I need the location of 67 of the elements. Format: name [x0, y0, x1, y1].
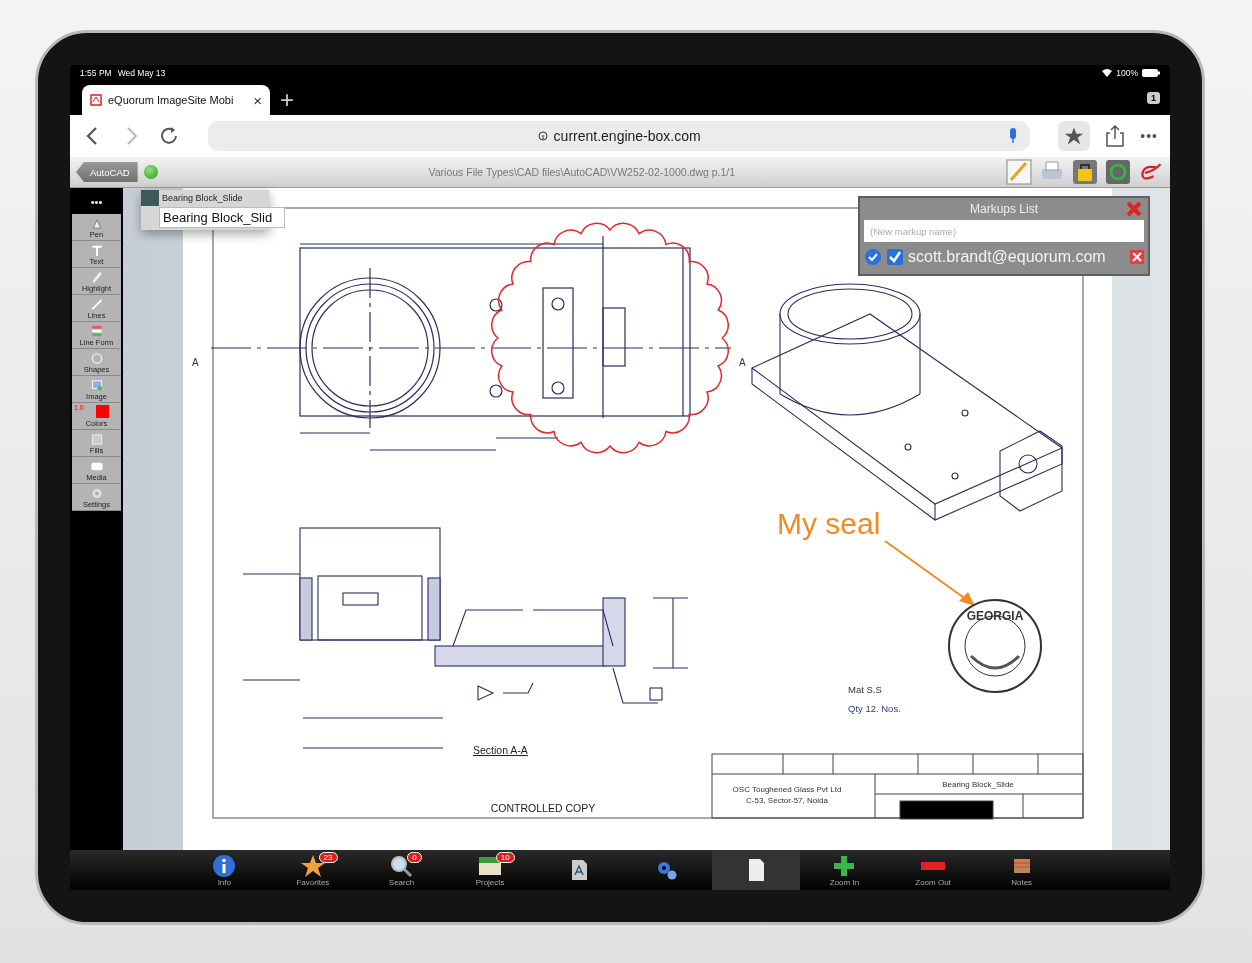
- address-field[interactable]: current.engine-box.com: [208, 121, 1031, 151]
- lines-icon: [89, 298, 104, 311]
- star-icon: [1064, 126, 1085, 146]
- toolbar-button[interactable]: Info: [180, 850, 269, 890]
- revision-cloud[interactable]: [491, 222, 729, 454]
- new-tab-button[interactable]: +: [280, 85, 294, 115]
- section-mark: A: [739, 357, 746, 368]
- toolbar-button[interactable]: Zoom In: [800, 850, 889, 890]
- image-icon: [89, 379, 104, 392]
- search-icon: [388, 853, 415, 878]
- more-button[interactable]: •••: [1140, 128, 1158, 144]
- browser-tab[interactable]: eQuorum ImageSite Mobi ×: [82, 85, 270, 115]
- new-markup-field[interactable]: (New markup name): [864, 220, 1144, 242]
- count-badge: 10: [495, 852, 515, 863]
- company-name: OSC Toughened Glass Pvt Ltd: [732, 785, 842, 794]
- material-note: Mat S.S: [848, 684, 882, 695]
- company-address: C-53, Sector-57, Noida: [746, 796, 828, 805]
- visibility-toggle[interactable]: [864, 248, 882, 266]
- share-icon[interactable]: [1106, 125, 1125, 147]
- lock-icon[interactable]: [1072, 159, 1098, 185]
- markup-color-icon: [141, 190, 159, 206]
- checkbox[interactable]: [886, 248, 904, 266]
- delete-icon[interactable]: [1130, 250, 1144, 264]
- arrow[interactable]: [884, 540, 975, 606]
- highlight-icon: [89, 271, 104, 284]
- info-icon: [211, 853, 238, 878]
- status-dot-icon: [143, 165, 158, 179]
- media-icon: [89, 460, 104, 473]
- toolbar-button[interactable]: [711, 850, 801, 890]
- status-time: 1:55 PM: [80, 68, 112, 78]
- toolbar-button[interactable]: Search 0: [357, 850, 446, 890]
- text-icon: [89, 244, 104, 257]
- microphone-icon[interactable]: [1008, 128, 1019, 144]
- engineer-seal[interactable]: GEORGIA: [948, 599, 1042, 693]
- battery-level: 100%: [1116, 68, 1138, 78]
- info-icon: [537, 131, 548, 141]
- stamp-text: CONTROLLED COPY: [490, 802, 596, 814]
- battery-icon: [1142, 69, 1160, 77]
- close-tab-button[interactable]: ×: [253, 91, 262, 109]
- shapes-icon: [89, 352, 104, 365]
- back-button[interactable]: AutoCAD: [76, 162, 138, 182]
- section-mark: A: [192, 357, 199, 368]
- star-icon: [299, 853, 326, 878]
- toolbar-button[interactable]: Projects 10: [445, 850, 535, 890]
- lineform-icon: [89, 325, 104, 338]
- bookmark-button[interactable]: [1058, 121, 1091, 151]
- count-badge: 23: [318, 852, 338, 863]
- tab-count-button[interactable]: 1: [1147, 92, 1160, 104]
- popup-label: Bearing Block_Slide: [161, 192, 244, 205]
- part-name: Bearing Block_Slide: [942, 780, 1014, 789]
- status-date: Wed May 13: [117, 68, 166, 78]
- fills-icon: [89, 433, 104, 446]
- zoom-out-icon: [921, 861, 946, 870]
- reload-icon[interactable]: [158, 125, 180, 147]
- file-path: Various File Types\CAD files\AutoCAD\VW252-02-1000.dwg p.1/1: [427, 166, 737, 178]
- panel-title: Markups List: [970, 202, 1038, 216]
- tools-menu-button[interactable]: •••: [72, 192, 121, 214]
- toolbar-button[interactable]: Notes: [977, 850, 1066, 890]
- count-badge: 0: [407, 852, 422, 863]
- wifi-icon: [1102, 69, 1113, 77]
- quantity-note: Qty 12. Nos.: [848, 703, 901, 714]
- toolbar-button[interactable]: Favorites 23: [268, 850, 358, 890]
- markup-name-field[interactable]: Bearing Block_Slid: [159, 207, 285, 228]
- site-icon: [90, 94, 102, 106]
- toolbar-button[interactable]: Zoom Out: [888, 850, 978, 890]
- section-title: Section A-A: [473, 744, 528, 756]
- color-swatch[interactable]: [96, 405, 109, 418]
